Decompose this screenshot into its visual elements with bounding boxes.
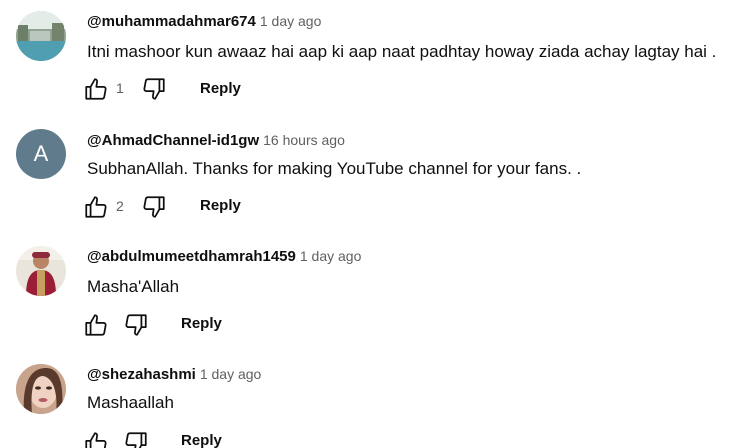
comment-header: @AhmadChannel-id1gw 16 hours ago — [87, 130, 345, 150]
comment-thread: A @AhmadChannel-id1gw 16 hours ago Subhan… — [0, 118, 732, 235]
comment-header: @muhammadahmar674 1 day ago — [87, 11, 321, 31]
comment-header: @abdulmumeetdhamrah1459 1 day ago — [87, 246, 361, 266]
reply-button[interactable]: Reply — [181, 431, 222, 448]
avatar-photo-icon — [16, 11, 66, 61]
like-count: 1 — [116, 80, 124, 96]
avatar[interactable] — [16, 246, 66, 296]
comment-text: Mashaallah — [87, 393, 174, 412]
comment-text: SubhanAllah. Thanks for making YouTube c… — [87, 159, 582, 178]
dislike-button[interactable] — [123, 430, 149, 448]
thumbs-up-icon — [85, 78, 107, 100]
timestamp[interactable]: 1 day ago — [300, 248, 362, 264]
dislike-button[interactable] — [141, 194, 167, 220]
reply-button[interactable]: Reply — [200, 196, 241, 216]
reply-button[interactable]: Reply — [200, 79, 241, 99]
author-name[interactable]: @AhmadChannel-id1gw — [87, 132, 259, 149]
like-button[interactable] — [83, 430, 109, 448]
comment-thread: @shezahashmi 1 day ago Mashaallah Reply — [0, 352, 732, 448]
author-name[interactable]: @abdulmumeetdhamrah1459 — [87, 248, 296, 265]
reply-button[interactable]: Reply — [181, 314, 222, 334]
comment-header: @shezahashmi 1 day ago — [87, 364, 261, 384]
thumbs-down-icon — [125, 432, 147, 448]
comments-section: @muhammadahmar674 1 day ago Itni mashoor … — [0, 0, 732, 448]
thumbs-down-icon — [143, 196, 165, 218]
like-count: 2 — [116, 198, 124, 214]
thumbs-up-icon — [85, 314, 107, 336]
avatar[interactable]: A — [16, 129, 66, 179]
comment-text: Itni mashoor kun awaaz hai aap ki aap na… — [87, 42, 717, 61]
comment-thread: @muhammadahmar674 1 day ago Itni mashoor … — [0, 0, 732, 117]
thumbs-down-icon — [125, 314, 147, 336]
timestamp[interactable]: 16 hours ago — [263, 132, 345, 148]
avatar[interactable] — [16, 364, 66, 414]
dislike-button[interactable] — [141, 76, 167, 102]
author-name[interactable]: @muhammadahmar674 — [87, 13, 256, 30]
thumbs-up-icon — [85, 196, 107, 218]
comment-thread: @abdulmumeetdhamrah1459 1 day ago Masha'A… — [0, 235, 732, 352]
timestamp[interactable]: 1 day ago — [260, 13, 322, 29]
avatar[interactable] — [16, 11, 66, 61]
like-button[interactable] — [83, 76, 109, 102]
like-button[interactable] — [83, 194, 109, 220]
thumbs-up-icon — [85, 432, 107, 448]
thumbs-down-icon — [143, 78, 165, 100]
timestamp[interactable]: 1 day ago — [200, 366, 262, 382]
dislike-button[interactable] — [123, 312, 149, 338]
avatar-photo-icon — [16, 246, 66, 296]
avatar-photo-icon — [16, 364, 66, 414]
comment-text: Masha'Allah — [87, 277, 180, 296]
like-button[interactable] — [83, 312, 109, 338]
author-name[interactable]: @shezahashmi — [87, 366, 196, 383]
